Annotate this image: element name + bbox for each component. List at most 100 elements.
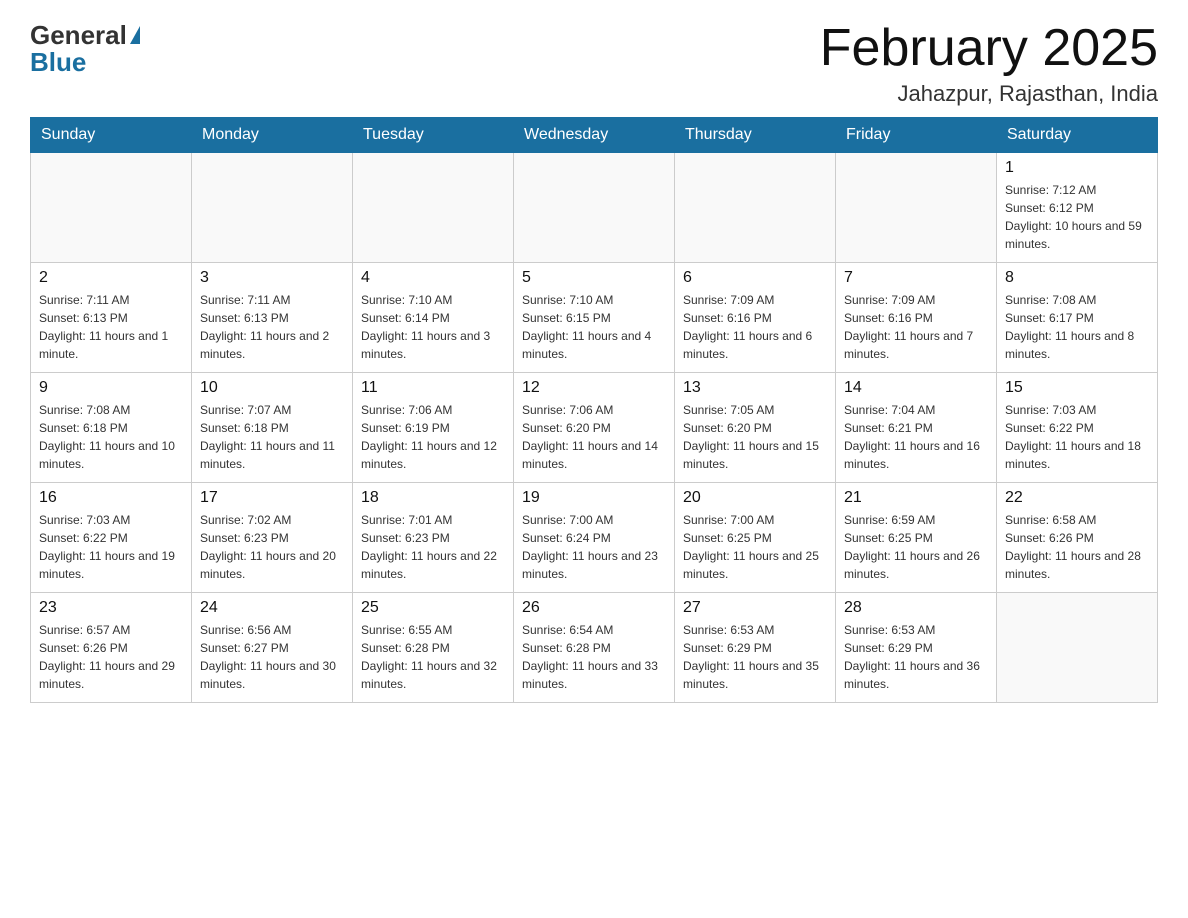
day-number: 4 <box>361 269 505 287</box>
column-header-tuesday: Tuesday <box>353 118 514 153</box>
page-header: General Blue February 2025 Jahazpur, Raj… <box>30 20 1158 107</box>
day-number: 6 <box>683 269 827 287</box>
calendar-cell: 8 Sunrise: 7:08 AMSunset: 6:17 PMDaylight… <box>997 263 1158 373</box>
calendar-table: SundayMondayTuesdayWednesdayThursdayFrid… <box>30 117 1158 703</box>
day-number: 5 <box>522 269 666 287</box>
calendar-cell: 9 Sunrise: 7:08 AMSunset: 6:18 PMDaylight… <box>31 373 192 483</box>
column-header-saturday: Saturday <box>997 118 1158 153</box>
day-number: 17 <box>200 489 344 507</box>
column-header-sunday: Sunday <box>31 118 192 153</box>
week-row-4: 16 Sunrise: 7:03 AMSunset: 6:22 PMDayligh… <box>31 483 1158 593</box>
logo-triangle-icon <box>130 26 140 44</box>
day-info: Sunrise: 7:00 AMSunset: 6:25 PMDaylight:… <box>683 511 827 583</box>
calendar-cell: 5 Sunrise: 7:10 AMSunset: 6:15 PMDaylight… <box>514 263 675 373</box>
day-info: Sunrise: 7:07 AMSunset: 6:18 PMDaylight:… <box>200 401 344 473</box>
day-number: 26 <box>522 599 666 617</box>
calendar-cell: 11Sunrise: 7:06 AMSunset: 6:19 PMDayligh… <box>353 373 514 483</box>
day-number: 8 <box>1005 269 1149 287</box>
calendar-cell: 24 Sunrise: 6:56 AMSunset: 6:27 PMDayligh… <box>192 593 353 703</box>
column-header-thursday: Thursday <box>675 118 836 153</box>
calendar-cell: 18 Sunrise: 7:01 AMSunset: 6:23 PMDayligh… <box>353 483 514 593</box>
calendar-cell: 19 Sunrise: 7:00 AMSunset: 6:24 PMDayligh… <box>514 483 675 593</box>
day-number: 18 <box>361 489 505 507</box>
calendar-cell: 23Sunrise: 6:57 AMSunset: 6:26 PMDayligh… <box>31 593 192 703</box>
day-info: Sunrise: 7:10 AMSunset: 6:15 PMDaylight:… <box>522 291 666 363</box>
day-info: Sunrise: 7:09 AMSunset: 6:16 PMDaylight:… <box>844 291 988 363</box>
logo-blue-text: Blue <box>30 47 86 78</box>
day-info: Sunrise: 7:03 AMSunset: 6:22 PMDaylight:… <box>1005 401 1149 473</box>
day-number: 24 <box>200 599 344 617</box>
day-number: 23 <box>39 599 183 617</box>
day-number: 27 <box>683 599 827 617</box>
day-info: Sunrise: 6:58 AMSunset: 6:26 PMDaylight:… <box>1005 511 1149 583</box>
day-info: Sunrise: 6:54 AMSunset: 6:28 PMDaylight:… <box>522 621 666 693</box>
calendar-cell: 10Sunrise: 7:07 AMSunset: 6:18 PMDayligh… <box>192 373 353 483</box>
calendar-cell: 27 Sunrise: 6:53 AMSunset: 6:29 PMDayligh… <box>675 593 836 703</box>
day-number: 16 <box>39 489 183 507</box>
day-info: Sunrise: 7:08 AMSunset: 6:17 PMDaylight:… <box>1005 291 1149 363</box>
column-header-monday: Monday <box>192 118 353 153</box>
day-number: 11 <box>361 379 505 397</box>
calendar-cell: 17 Sunrise: 7:02 AMSunset: 6:23 PMDayligh… <box>192 483 353 593</box>
calendar-header-row: SundayMondayTuesdayWednesdayThursdayFrid… <box>31 118 1158 153</box>
day-number: 14 <box>844 379 988 397</box>
calendar-cell: 21 Sunrise: 6:59 AMSunset: 6:25 PMDayligh… <box>836 483 997 593</box>
calendar-cell: 3Sunrise: 7:11 AMSunset: 6:13 PMDaylight… <box>192 263 353 373</box>
calendar-cell: 26 Sunrise: 6:54 AMSunset: 6:28 PMDayligh… <box>514 593 675 703</box>
calendar-cell <box>997 593 1158 703</box>
calendar-cell <box>836 153 997 263</box>
week-row-5: 23Sunrise: 6:57 AMSunset: 6:26 PMDayligh… <box>31 593 1158 703</box>
day-number: 20 <box>683 489 827 507</box>
week-row-2: 2 Sunrise: 7:11 AMSunset: 6:13 PMDaylight… <box>31 263 1158 373</box>
day-info: Sunrise: 6:53 AMSunset: 6:29 PMDaylight:… <box>844 621 988 693</box>
day-number: 9 <box>39 379 183 397</box>
calendar-cell: 12Sunrise: 7:06 AMSunset: 6:20 PMDayligh… <box>514 373 675 483</box>
calendar-cell <box>514 153 675 263</box>
day-number: 22 <box>1005 489 1149 507</box>
day-info: Sunrise: 7:03 AMSunset: 6:22 PMDaylight:… <box>39 511 183 583</box>
day-info: Sunrise: 7:12 AMSunset: 6:12 PMDaylight:… <box>1005 181 1149 253</box>
day-number: 1 <box>1005 159 1149 177</box>
day-info: Sunrise: 7:02 AMSunset: 6:23 PMDaylight:… <box>200 511 344 583</box>
calendar-cell: 6 Sunrise: 7:09 AMSunset: 6:16 PMDaylight… <box>675 263 836 373</box>
day-number: 21 <box>844 489 988 507</box>
day-number: 28 <box>844 599 988 617</box>
calendar-cell <box>675 153 836 263</box>
location-label: Jahazpur, Rajasthan, India <box>820 81 1158 107</box>
day-number: 13 <box>683 379 827 397</box>
day-info: Sunrise: 6:56 AMSunset: 6:27 PMDaylight:… <box>200 621 344 693</box>
calendar-cell: 7Sunrise: 7:09 AMSunset: 6:16 PMDaylight… <box>836 263 997 373</box>
day-number: 15 <box>1005 379 1149 397</box>
day-number: 2 <box>39 269 183 287</box>
calendar-cell: 13Sunrise: 7:05 AMSunset: 6:20 PMDayligh… <box>675 373 836 483</box>
calendar-cell: 28 Sunrise: 6:53 AMSunset: 6:29 PMDayligh… <box>836 593 997 703</box>
day-info: Sunrise: 7:09 AMSunset: 6:16 PMDaylight:… <box>683 291 827 363</box>
calendar-cell <box>31 153 192 263</box>
day-info: Sunrise: 7:00 AMSunset: 6:24 PMDaylight:… <box>522 511 666 583</box>
logo: General Blue <box>30 20 140 78</box>
column-header-friday: Friday <box>836 118 997 153</box>
day-info: Sunrise: 6:53 AMSunset: 6:29 PMDaylight:… <box>683 621 827 693</box>
calendar-cell: 16 Sunrise: 7:03 AMSunset: 6:22 PMDayligh… <box>31 483 192 593</box>
column-header-wednesday: Wednesday <box>514 118 675 153</box>
calendar-cell: 1 Sunrise: 7:12 AMSunset: 6:12 PMDaylight… <box>997 153 1158 263</box>
day-info: Sunrise: 7:08 AMSunset: 6:18 PMDaylight:… <box>39 401 183 473</box>
day-info: Sunrise: 7:06 AMSunset: 6:20 PMDaylight:… <box>522 401 666 473</box>
week-row-3: 9 Sunrise: 7:08 AMSunset: 6:18 PMDaylight… <box>31 373 1158 483</box>
calendar-cell: 14 Sunrise: 7:04 AMSunset: 6:21 PMDayligh… <box>836 373 997 483</box>
calendar-cell: 22 Sunrise: 6:58 AMSunset: 6:26 PMDayligh… <box>997 483 1158 593</box>
calendar-cell: 25Sunrise: 6:55 AMSunset: 6:28 PMDayligh… <box>353 593 514 703</box>
calendar-cell: 20 Sunrise: 7:00 AMSunset: 6:25 PMDayligh… <box>675 483 836 593</box>
calendar-cell <box>192 153 353 263</box>
day-info: Sunrise: 6:59 AMSunset: 6:25 PMDaylight:… <box>844 511 988 583</box>
day-info: Sunrise: 6:55 AMSunset: 6:28 PMDaylight:… <box>361 621 505 693</box>
day-info: Sunrise: 7:01 AMSunset: 6:23 PMDaylight:… <box>361 511 505 583</box>
calendar-cell: 4Sunrise: 7:10 AMSunset: 6:14 PMDaylight… <box>353 263 514 373</box>
calendar-cell: 2Sunrise: 7:11 AMSunset: 6:13 PMDaylight… <box>31 263 192 373</box>
calendar-cell <box>353 153 514 263</box>
day-info: Sunrise: 7:04 AMSunset: 6:21 PMDaylight:… <box>844 401 988 473</box>
day-number: 19 <box>522 489 666 507</box>
day-info: Sunrise: 7:11 AMSunset: 6:13 PMDaylight:… <box>200 291 344 363</box>
calendar-cell: 15 Sunrise: 7:03 AMSunset: 6:22 PMDayligh… <box>997 373 1158 483</box>
month-title: February 2025 <box>820 20 1158 77</box>
